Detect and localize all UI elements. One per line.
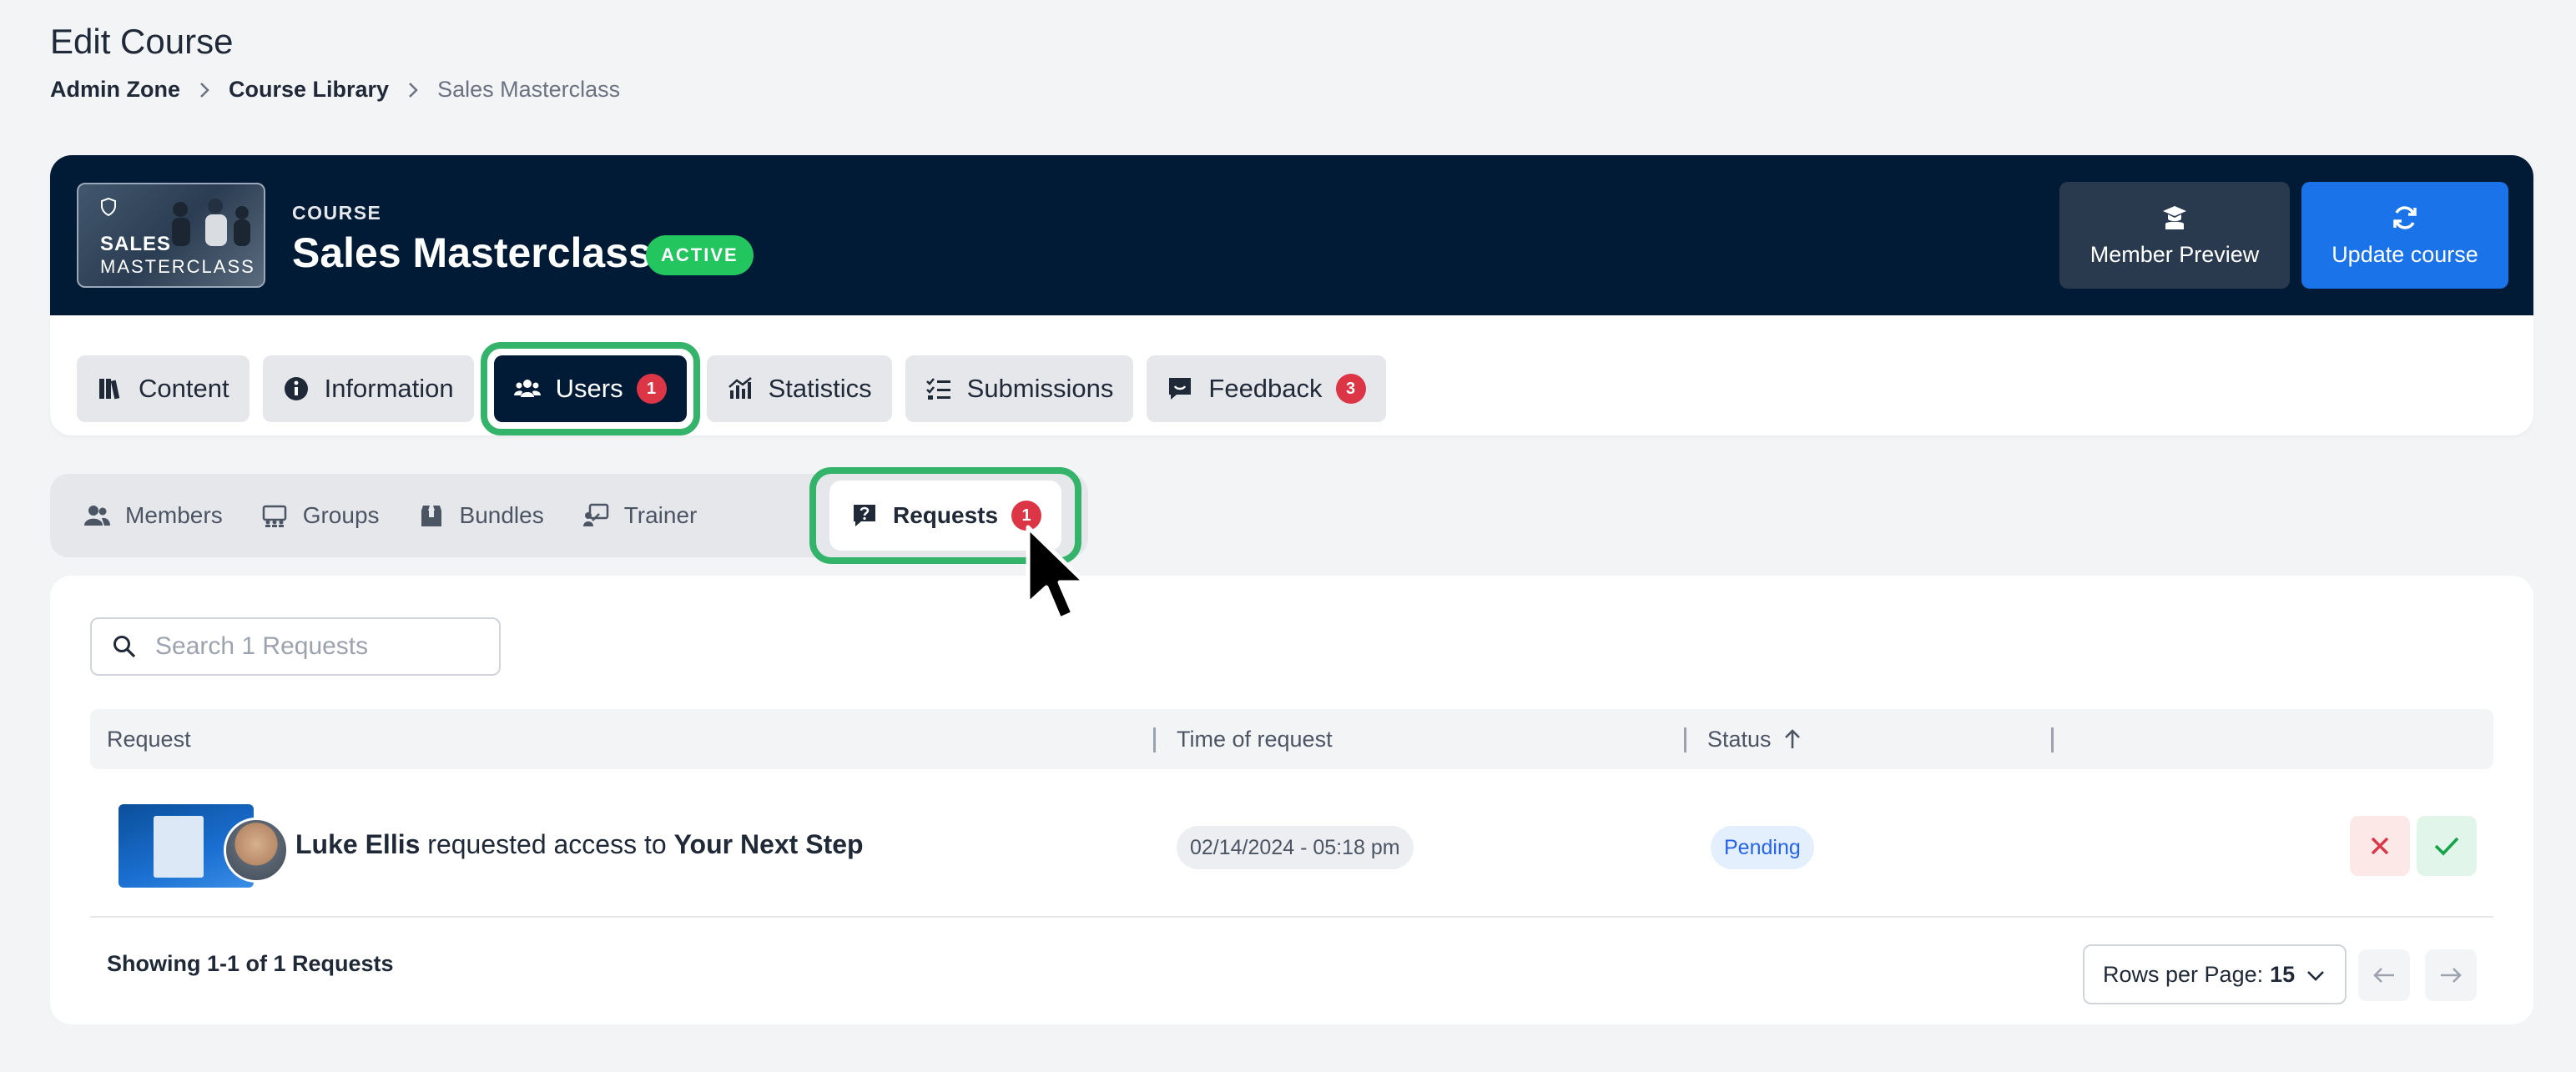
product-box-image	[154, 816, 204, 878]
tab-content-label: Content	[139, 374, 229, 403]
status-badge: ACTIVE	[646, 235, 754, 275]
tab-feedback-badge: 3	[1335, 374, 1366, 404]
mouse-cursor-icon	[1026, 525, 1087, 622]
books-icon	[99, 379, 120, 400]
shield-logo-icon	[101, 198, 116, 216]
tab-feedback[interactable]: Feedback 3	[1147, 355, 1386, 422]
breadcrumb-current: Sales Masterclass	[437, 77, 621, 102]
update-course-label: Update course	[2332, 241, 2478, 267]
column-divider[interactable]	[1684, 727, 1686, 752]
trainer-icon	[582, 503, 608, 526]
column-status-label: Status	[1707, 726, 1772, 752]
checklist-icon	[925, 378, 950, 400]
request-item: Your Next Step	[673, 829, 864, 859]
sort-ascending-icon	[1784, 729, 1800, 748]
update-course-button[interactable]: Update course	[2301, 182, 2508, 289]
subtab-trainer-label: Trainer	[623, 502, 698, 528]
breadcrumb-course-library[interactable]: Course Library	[229, 77, 389, 103]
search-box[interactable]	[90, 617, 501, 676]
rows-per-page-label: Rows per Page:	[2103, 961, 2264, 987]
request-action: requested access to	[420, 829, 674, 859]
subtab-groups[interactable]: Groups	[261, 502, 380, 529]
request-user: Luke Ellis	[295, 829, 421, 859]
tab-statistics-label: Statistics	[768, 374, 872, 403]
groups-icon	[262, 505, 286, 527]
course-kicker: COURSE	[292, 202, 382, 224]
chart-icon	[728, 377, 752, 399]
rows-per-page-value: 15	[2270, 961, 2296, 987]
tab-users-highlight: Users 1	[480, 342, 700, 435]
users-icon	[513, 380, 541, 397]
column-divider[interactable]	[1153, 727, 1156, 752]
table-header: Request Time of request Status	[90, 709, 2493, 769]
chevron-right-icon	[389, 81, 437, 99]
course-name: Sales Masterclass	[292, 229, 652, 276]
breadcrumb: Admin Zone Course Library Sales Mastercl…	[50, 77, 620, 103]
subtab-bundles[interactable]: Bundles	[418, 502, 544, 529]
column-time[interactable]: Time of request	[1177, 709, 1333, 769]
reject-button[interactable]	[2350, 816, 2410, 876]
avatar	[224, 818, 289, 883]
pagination-summary: Showing 1-1 of 1 Requests	[107, 951, 394, 976]
main-tabs: Content Information Users 1 Statistics S…	[77, 342, 1399, 435]
subtab-trainer[interactable]: Trainer	[582, 502, 698, 529]
request-time: 02/14/2024 - 05:18 pm	[1177, 826, 1414, 869]
course-card: SALES MASTERCLASS COURSE Sales Mastercla…	[50, 155, 2533, 435]
approve-button[interactable]	[2417, 816, 2477, 876]
search-input[interactable]	[155, 632, 472, 661]
tab-feedback-label: Feedback	[1208, 374, 1323, 403]
thumb-title: SALES	[100, 233, 172, 255]
rows-per-page-select[interactable]: Rows per Page: 15	[2083, 944, 2347, 1004]
previous-page-button[interactable]	[2358, 949, 2410, 1001]
tab-statistics[interactable]: Statistics	[706, 355, 892, 422]
feedback-icon	[1169, 378, 1192, 400]
member-preview-button[interactable]: Member Preview	[2059, 182, 2290, 289]
subtab-requests-label: Requests	[893, 502, 999, 528]
status-badge: Pending	[1711, 826, 1814, 869]
request-description: Luke Ellis requested access to Your Next…	[295, 829, 864, 860]
page-title: Edit Course	[50, 22, 234, 61]
tab-information-label: Information	[324, 374, 454, 403]
thumb-subtitle: MASTERCLASS	[100, 256, 255, 277]
tab-users-label: Users	[555, 374, 623, 403]
tab-users[interactable]: Users 1	[493, 355, 687, 422]
table-row: Luke Ellis requested access to Your Next…	[90, 769, 2493, 918]
tab-content[interactable]: Content	[77, 355, 250, 422]
member-preview-label: Member Preview	[2090, 241, 2260, 267]
tab-users-badge: 1	[636, 374, 667, 404]
box-icon	[421, 506, 441, 526]
tab-submissions[interactable]: Submissions	[905, 355, 1134, 422]
course-header: SALES MASTERCLASS COURSE Sales Mastercla…	[50, 155, 2533, 315]
tab-information[interactable]: Information	[262, 355, 474, 422]
subtab-members-label: Members	[125, 502, 223, 528]
column-divider[interactable]	[2051, 727, 2054, 752]
requests-panel: Request Time of request Status Luke Elli…	[50, 576, 2533, 1024]
search-icon	[113, 636, 136, 658]
check-icon	[2434, 837, 2459, 856]
course-thumbnail: SALES MASTERCLASS	[77, 183, 265, 288]
column-status[interactable]: Status	[1707, 709, 1802, 769]
chevron-right-icon	[180, 81, 229, 99]
next-page-button[interactable]	[2425, 949, 2477, 1001]
chevron-down-icon	[2307, 971, 2324, 981]
arrow-right-icon	[2441, 968, 2462, 983]
tab-submissions-label: Submissions	[966, 374, 1114, 403]
subtab-members[interactable]: Members	[83, 502, 223, 529]
arrow-left-icon	[2373, 968, 2394, 983]
subtab-bundles-label: Bundles	[459, 502, 544, 528]
breadcrumb-admin-zone[interactable]: Admin Zone	[50, 77, 180, 103]
refresh-icon	[2393, 205, 2417, 229]
info-icon	[284, 377, 308, 400]
subtab-groups-label: Groups	[302, 502, 380, 528]
close-icon	[2371, 837, 2389, 855]
question-chat-icon	[854, 505, 875, 526]
column-request[interactable]: Request	[107, 709, 191, 769]
graduate-icon	[2163, 205, 2186, 229]
members-icon	[84, 506, 110, 526]
